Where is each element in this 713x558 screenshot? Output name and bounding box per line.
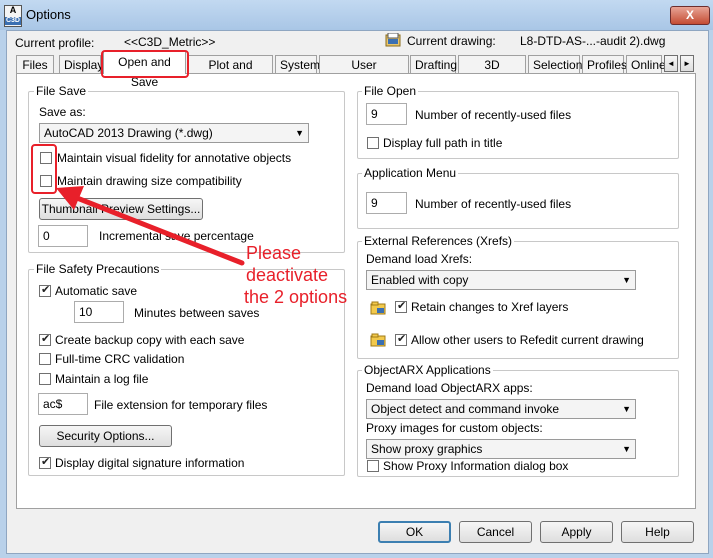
annotation-line-2: deactivate [246, 265, 329, 285]
annotation-arrow [56, 186, 245, 266]
options-dialog: A C3D Options X Current profile: <<C3D_M… [0, 0, 713, 558]
annotation-line-1: Please [246, 243, 302, 263]
annotation-line-3: the 2 options [244, 287, 348, 307]
